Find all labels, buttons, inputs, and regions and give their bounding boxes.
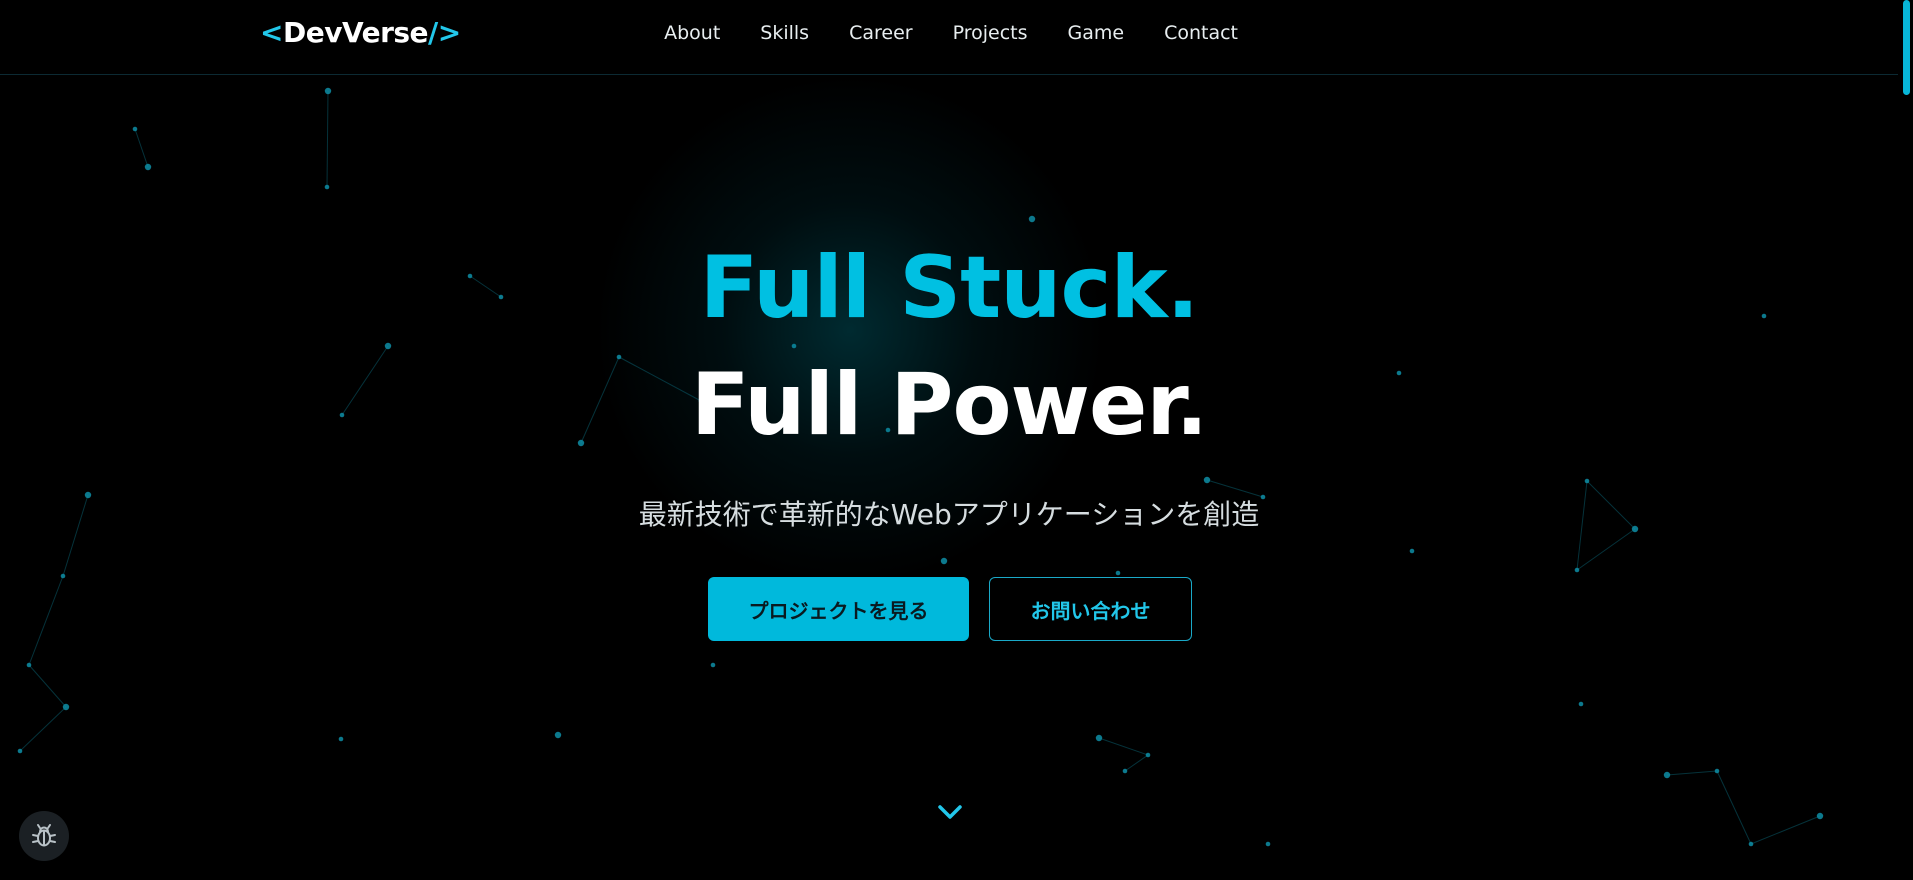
logo-text: DevVerse — [282, 16, 429, 49]
bug-icon — [32, 824, 56, 847]
debug-button[interactable] — [19, 811, 69, 861]
nav-about[interactable]: About — [664, 22, 720, 44]
main-nav: About Skills Career Projects Game Contac… — [664, 22, 1238, 44]
chevron-down-icon[interactable] — [934, 800, 966, 824]
hero-title-line2: Full Power. — [690, 355, 1208, 455]
hero-section: Full Stuck. Full Power. 最新技術で革新的なWebアプリケ… — [0, 0, 1898, 880]
hero-title-line1: Full Stuck. — [699, 238, 1200, 338]
logo-open-bracket: < — [260, 16, 283, 49]
site-header: <DevVerse/> About Skills Career Projects… — [0, 0, 1898, 75]
scrollbar-thumb[interactable] — [1903, 0, 1910, 95]
nav-game[interactable]: Game — [1068, 22, 1125, 44]
hero-subtitle: 最新技術で革新的なWebアプリケーションを創造 — [638, 498, 1260, 531]
nav-career[interactable]: Career — [849, 22, 913, 44]
nav-skills[interactable]: Skills — [760, 22, 809, 44]
view-projects-button[interactable]: プロジェクトを見る — [708, 577, 969, 641]
scrollbar-track — [1898, 0, 1913, 880]
nav-contact[interactable]: Contact — [1164, 22, 1238, 44]
nav-projects[interactable]: Projects — [953, 22, 1028, 44]
contact-button[interactable]: お問い合わせ — [989, 577, 1192, 641]
logo-close-bracket: /> — [428, 16, 461, 49]
site-logo[interactable]: <DevVerse/> — [260, 16, 461, 49]
